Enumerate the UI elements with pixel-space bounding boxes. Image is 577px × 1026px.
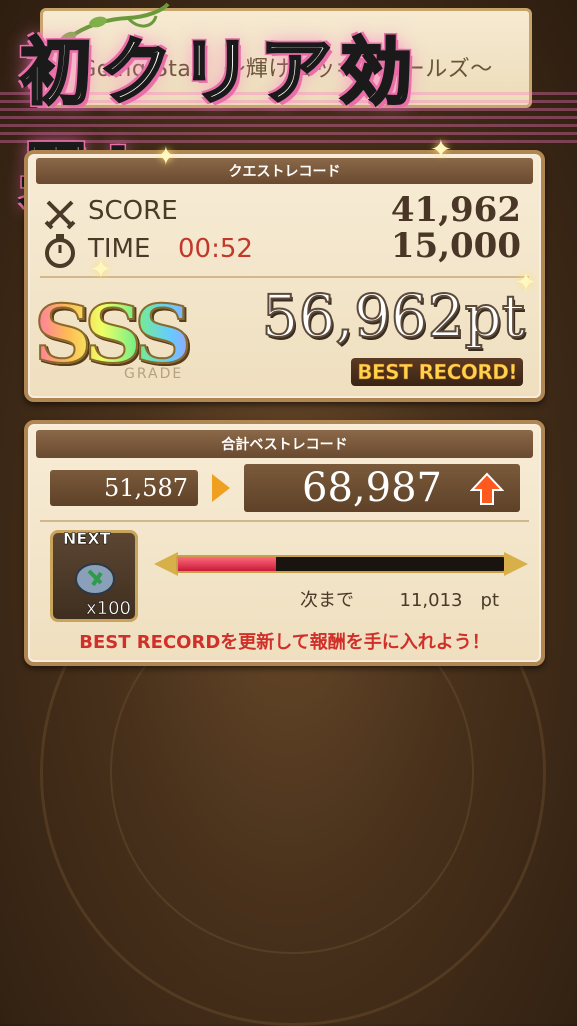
score-label: SCORE	[88, 196, 178, 226]
reward-message: BEST RECORDを更新して報酬を手に入れよう！	[79, 632, 490, 653]
divider	[40, 520, 529, 522]
remaining-value: 11,013 pt	[399, 590, 499, 611]
next-label: NEXT	[63, 529, 111, 549]
quest-record-header: クエストレコード	[36, 158, 533, 184]
new-best-value: 68,987	[302, 465, 442, 511]
total-best-panel: 合計ベストレコード 51,587 68,987 NEXT x100 次まで 11…	[24, 420, 545, 666]
new-best: 68,987	[244, 464, 520, 512]
remaining-label: 次まで	[300, 590, 354, 611]
total-points: 56,962pt	[261, 281, 526, 351]
up-arrow-icon	[470, 472, 504, 505]
stopwatch-icon	[45, 234, 75, 268]
next-reward: NEXT x100	[50, 529, 138, 622]
time-points-value: 15,000	[390, 226, 521, 266]
progress-cap-left	[154, 552, 178, 576]
previous-best: 51,587	[50, 470, 198, 506]
crossed-swords-icon	[44, 200, 76, 230]
best-record-tag: BEST RECORD!	[351, 358, 523, 386]
progress-cap-right	[504, 552, 528, 576]
arrow-right-icon	[212, 474, 230, 502]
divider	[40, 276, 529, 278]
grade-caption: GRADE	[124, 366, 184, 382]
time-value: 00:52	[178, 234, 253, 264]
progress-bar	[154, 550, 528, 578]
reward-quantity: x100	[85, 598, 131, 619]
sparkle-icon: ✦	[430, 135, 452, 165]
sparkle-icon: ✦	[90, 255, 112, 285]
progress-fill	[178, 557, 276, 571]
score-value: 41,962	[390, 190, 521, 230]
gem-icon	[75, 563, 115, 595]
total-best-header: 合計ベストレコード	[36, 430, 533, 458]
sparkle-icon: ✦	[515, 268, 537, 298]
sparkle-icon: ✦	[155, 142, 177, 172]
progress-track	[176, 555, 506, 573]
